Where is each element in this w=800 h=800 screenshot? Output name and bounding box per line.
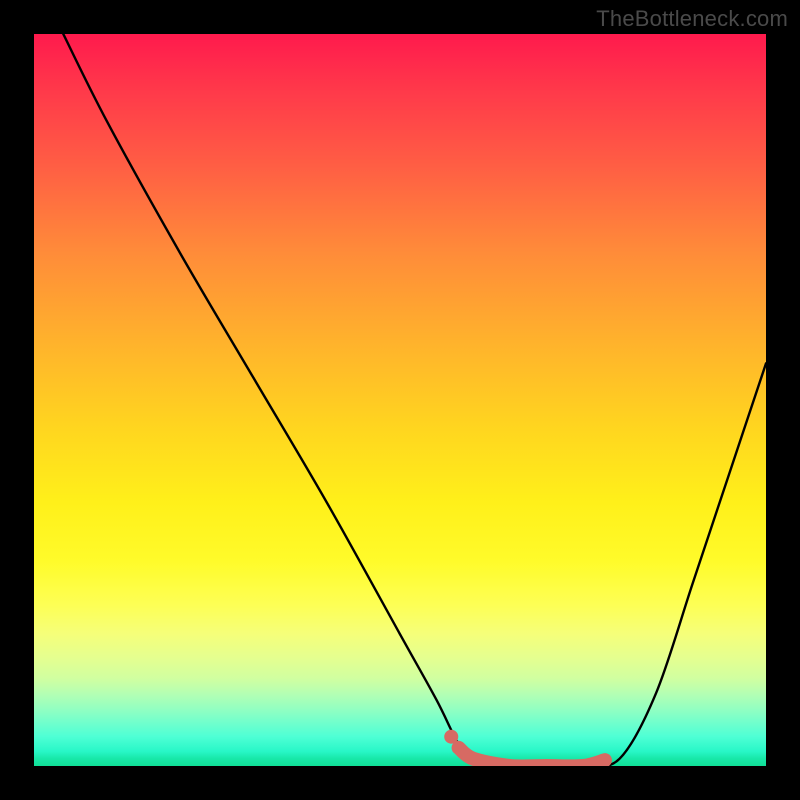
bottleneck-highlight-segment bbox=[459, 748, 605, 766]
bottleneck-highlight-dot bbox=[444, 730, 458, 744]
plot-area bbox=[34, 34, 766, 766]
chart-frame: TheBottleneck.com bbox=[0, 0, 800, 800]
watermark-text: TheBottleneck.com bbox=[596, 6, 788, 32]
bottleneck-curve-line bbox=[63, 34, 766, 766]
bottleneck-curve-svg bbox=[34, 34, 766, 766]
